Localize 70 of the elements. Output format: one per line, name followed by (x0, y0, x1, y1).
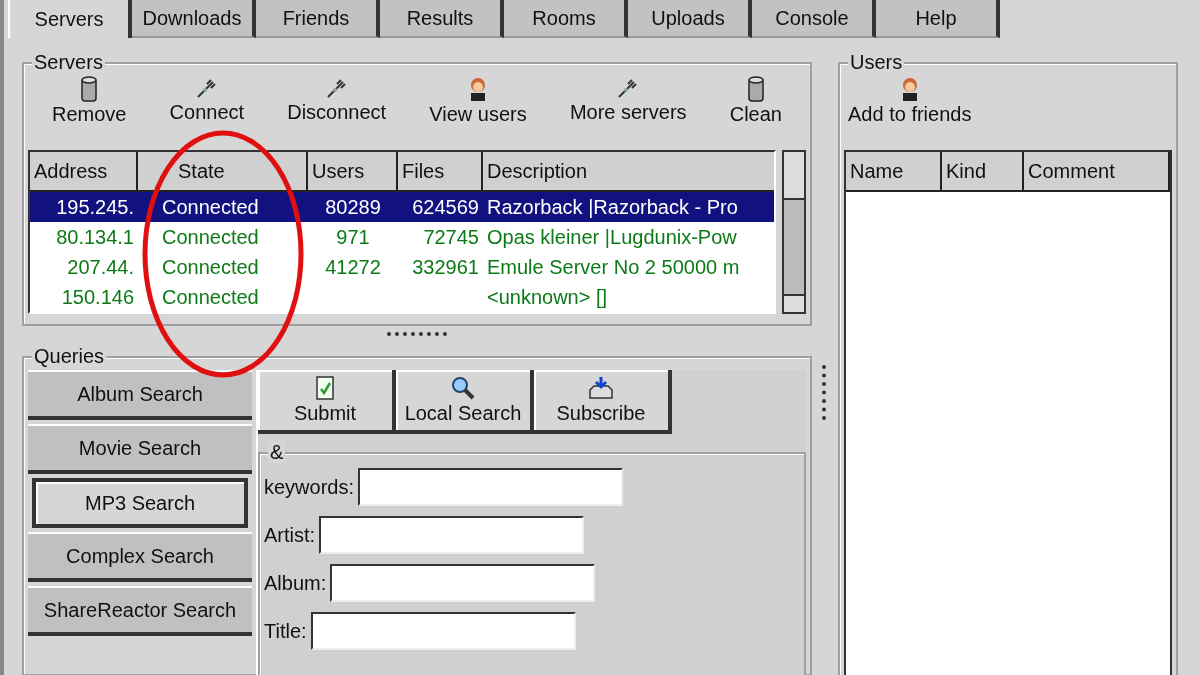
table-cell: 207.44. (67, 256, 134, 278)
query-tab[interactable]: Movie Search (28, 424, 252, 474)
field-label: Album: (264, 571, 327, 596)
action-button[interactable]: Subscribe (534, 370, 672, 434)
table-cell: Connected (162, 286, 259, 308)
table-cell: 971 (336, 226, 370, 248)
tab[interactable]: Results (380, 0, 504, 38)
input-field[interactable] (319, 516, 585, 554)
query-tab[interactable]: Album Search (28, 370, 252, 420)
resize-handle[interactable] (822, 365, 828, 420)
column-header[interactable]: Description (483, 152, 775, 192)
table-cell: Emule Server No 2 50000 m (487, 256, 740, 278)
trash-icon (80, 76, 99, 102)
input-field[interactable] (330, 564, 596, 602)
table-cell: 332961 (412, 256, 479, 278)
column-header[interactable]: Files (398, 152, 483, 192)
toolbar-button[interactable]: Disconnect (283, 76, 391, 142)
query-tab[interactable]: Complex Search (28, 532, 252, 582)
tab[interactable]: Uploads (628, 0, 752, 38)
document-icon (314, 375, 336, 401)
table-cell: 195.245. (56, 196, 134, 218)
input-field[interactable] (358, 468, 624, 506)
table-cell: 80.134.1 (56, 226, 134, 248)
table-cell: 72745 (423, 226, 479, 248)
tab[interactable]: Downloads (132, 0, 256, 38)
query-tab[interactable]: MP3 Search (32, 478, 248, 528)
table-cell: Opas kleiner |Lugdunix-Pow (487, 226, 737, 248)
field-label: Title: (264, 619, 307, 644)
tab[interactable]: Friends (256, 0, 380, 38)
input-field[interactable] (310, 612, 576, 650)
table-cell: 80289 (325, 196, 381, 218)
trash-icon (746, 76, 765, 102)
toolbar-button[interactable]: Clean (725, 76, 786, 142)
table-cell: Connected (162, 226, 259, 248)
table-cell: <unknown> [] (487, 286, 608, 308)
table-cell: Connected (162, 256, 259, 278)
search-icon (450, 375, 476, 401)
table-row[interactable]: 80.134.1 Connected 971 72745 Opas kleiner |Lugdunix-Pow (30, 222, 775, 252)
field-label: Artist: (264, 523, 316, 548)
table-row[interactable]: 150.146 Connected <unknown> [] (30, 282, 775, 312)
tab[interactable]: Help (876, 0, 1000, 38)
table-row[interactable]: 207.44. Connected 41272 332961 Emule Server No 2 50000 m (30, 252, 775, 282)
toolbar-button[interactable]: Remove (48, 76, 131, 142)
column-header[interactable]: Address (30, 152, 138, 192)
column-header[interactable]: Users (308, 152, 398, 192)
table-cell: 624569 (412, 196, 479, 218)
toolbar-button[interactable]: More servers (565, 76, 691, 142)
toolbar-button[interactable]: Add to friends (844, 76, 976, 142)
column-header[interactable]: Kind (942, 152, 1024, 192)
frame-title: & (268, 441, 286, 463)
table-cell: 150.146 (61, 286, 134, 308)
inbox-icon (587, 375, 615, 401)
action-button[interactable]: Local Search (396, 370, 534, 434)
column-header[interactable]: Comment (1024, 152, 1170, 192)
toolbar-button[interactable]: View users (425, 76, 531, 142)
column-header[interactable]: Name (846, 152, 942, 192)
tab[interactable]: Servers (8, 0, 132, 38)
tab[interactable]: Console (752, 0, 876, 38)
scrollbar[interactable] (782, 150, 806, 314)
table-cell: 41272 (325, 256, 381, 278)
field-label: keywords: (264, 475, 355, 500)
column-header[interactable]: State (138, 152, 308, 192)
toolbar-button[interactable]: Connect (165, 76, 249, 142)
query-tab[interactable]: ShareReactor Search (28, 586, 252, 636)
tab[interactable]: Rooms (504, 0, 628, 38)
table-cell: Razorback |Razorback - Pro (487, 196, 738, 218)
frame-title: Queries (32, 345, 107, 367)
table-row[interactable]: 195.245. Connected 80289 624569 Razorback |Razorback - Pro (30, 192, 775, 222)
action-button[interactable]: Submit (258, 370, 396, 434)
table-cell: Connected (162, 196, 259, 218)
